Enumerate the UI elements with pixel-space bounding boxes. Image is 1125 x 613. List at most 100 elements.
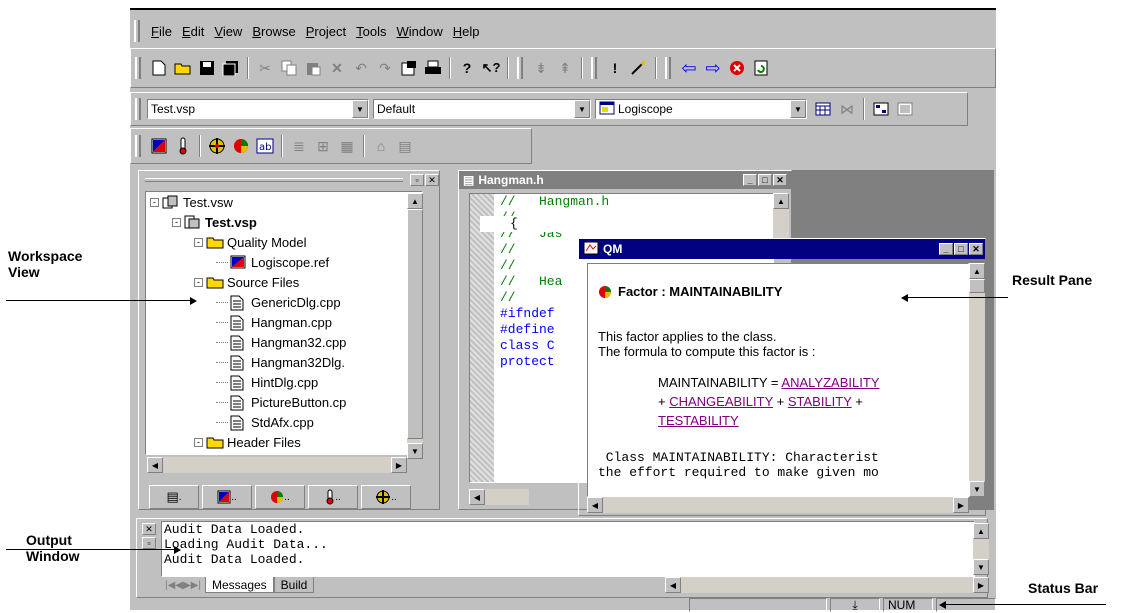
factor-pie-icon[interactable] [230,135,252,157]
toolbar-grip[interactable] [135,57,141,79]
tab-file-view[interactable]: ▤. [149,485,199,509]
minimize-icon[interactable]: _ [743,174,757,186]
output-hscroll[interactable]: ◀ ▶ [665,577,989,593]
collapse-toggle-icon[interactable]: - [194,237,203,247]
forward-arrow-icon[interactable]: ⇨ [702,57,724,79]
tree-item[interactable]: Hangman.cpp [146,312,422,332]
calendar-icon[interactable] [812,98,834,120]
output-vscroll[interactable]: ▲ ▼ [973,523,989,575]
tab-factor-view[interactable]: .. [255,485,305,509]
scroll-right-icon[interactable]: ▶ [953,497,969,513]
collapse-toggle-icon[interactable]: - [194,437,203,447]
editor-hscroll[interactable]: ◀ [469,489,529,505]
close-icon[interactable]: ✕ [142,523,156,535]
menu-browse[interactable]: Browse [247,24,300,39]
thermometer-icon[interactable] [172,135,194,157]
copy-icon[interactable] [278,57,300,79]
tree-item[interactable]: - Test.vsp [146,212,422,232]
home-icon[interactable]: ⌂ [370,135,392,157]
configuration-combo[interactable]: Default ▼ [373,99,591,119]
close-icon[interactable]: ✕ [969,243,983,255]
tree-item[interactable]: PictureButton.cp [146,392,422,412]
toolbar-grip[interactable] [591,57,597,79]
tree-item[interactable]: - Test.vsw [146,192,422,212]
scroll-left-icon[interactable]: ◀ [665,577,681,593]
new-file-icon[interactable] [148,57,170,79]
qm-titlebar[interactable]: QM _ □ ✕ [579,239,985,259]
tree-item[interactable]: Logiscope.ref [146,252,422,272]
scroll-down-icon[interactable]: ▼ [969,481,985,497]
restore-icon[interactable]: ▫ [410,174,424,186]
save-all-icon[interactable] [220,57,242,79]
context-help-icon[interactable]: ↖? [480,57,502,79]
scroll-up-icon[interactable]: ▲ [773,193,789,209]
stop-icon[interactable] [726,57,748,79]
paste-icon[interactable] [302,57,324,79]
toolbar-grip[interactable] [135,98,141,120]
link-analyzability[interactable]: ANALYZABILITY [781,375,879,390]
tab-quality-view[interactable]: .. [202,485,252,509]
cut-icon[interactable]: ✂ [254,57,276,79]
list-view-icon[interactable]: ≣ [288,135,310,157]
collapse-toggle-icon[interactable]: - [194,277,203,287]
tool-combo[interactable]: Logiscope ▼ [595,99,807,119]
scroll-left-icon[interactable]: ◀ [147,457,163,473]
redo-icon[interactable]: ↷ [374,57,396,79]
scroll-left-icon[interactable]: ◀ [469,489,485,505]
tree-item[interactable]: GenericDlg.cpp [146,292,422,312]
tab-nav-first-icon[interactable]: |◀◀▶▶| [165,580,201,591]
tab-build[interactable]: Build [273,577,315,593]
tree-item[interactable]: Hangman32Dlg. [146,352,422,372]
minimize-icon[interactable]: _ [939,243,953,255]
toolbar-grip[interactable] [665,57,671,79]
collapse-toggle-icon[interactable]: - [150,197,159,207]
tab-messages[interactable]: Messages [204,577,274,593]
menu-help[interactable]: Help [448,24,485,39]
workspace-grip[interactable] [145,178,403,182]
scroll-down-icon[interactable]: ▼ [407,443,423,459]
print-icon[interactable] [422,57,444,79]
back-arrow-icon[interactable]: ⇦ [678,57,700,79]
tab-target-view[interactable]: .. [361,485,411,509]
scroll-left-icon[interactable]: ◀ [587,497,603,513]
target-icon[interactable] [206,135,228,157]
link-testability[interactable]: TESTABILITY [658,413,739,428]
quality-report-icon[interactable] [148,135,170,157]
link-changeability[interactable]: CHANGEABILITY [669,394,773,409]
editor-titlebar[interactable]: ▤ Hangman.h _ □ ✕ [459,171,791,189]
toolbar-grip[interactable] [517,57,523,79]
step-into-icon[interactable]: ⇟ [530,57,552,79]
menu-file[interactable]: File [146,24,177,39]
scroll-up-icon[interactable]: ▲ [969,263,985,279]
scroll-thumb[interactable] [969,279,985,293]
save-icon[interactable] [196,57,218,79]
menu-tools[interactable]: Tools [351,24,391,39]
chevron-down-icon[interactable]: ▼ [352,100,368,118]
report-icon[interactable] [894,98,916,120]
qm-hscroll[interactable]: ◀ ▶ [587,497,969,513]
tree-item[interactable]: - Header Files [146,432,422,452]
tree-item[interactable]: - Quality Model [146,232,422,252]
collapse-toggle-icon[interactable]: - [172,217,181,227]
tree-item[interactable]: - Source Files [146,272,422,292]
scroll-up-icon[interactable]: ▲ [407,193,423,209]
graph-icon[interactable]: ab [254,135,276,157]
toolbar-grip[interactable] [135,135,141,157]
workspace-hscroll[interactable]: ◀ ▶ [147,457,407,473]
compare-icon[interactable]: ⊞ [312,135,334,157]
maximize-icon[interactable]: □ [758,174,772,186]
execute-icon[interactable]: ! [604,57,626,79]
menu-edit[interactable]: Edit [177,24,209,39]
open-folder-icon[interactable] [172,57,194,79]
qm-vscroll[interactable]: ▲ ▼ [969,263,985,497]
menu-project[interactable]: Project [301,24,351,39]
menu-window[interactable]: Window [392,24,448,39]
menubar-grip[interactable] [134,20,140,42]
scroll-right-icon[interactable]: ▶ [973,577,989,593]
chevron-down-icon[interactable]: ▼ [790,100,806,118]
restore-icon[interactable]: ▫ [142,537,156,549]
chevron-down-icon[interactable]: ▼ [574,100,590,118]
tree-item[interactable]: HintDlg.cpp [146,372,422,392]
scroll-right-icon[interactable]: ▶ [391,457,407,473]
maximize-icon[interactable]: □ [954,243,968,255]
